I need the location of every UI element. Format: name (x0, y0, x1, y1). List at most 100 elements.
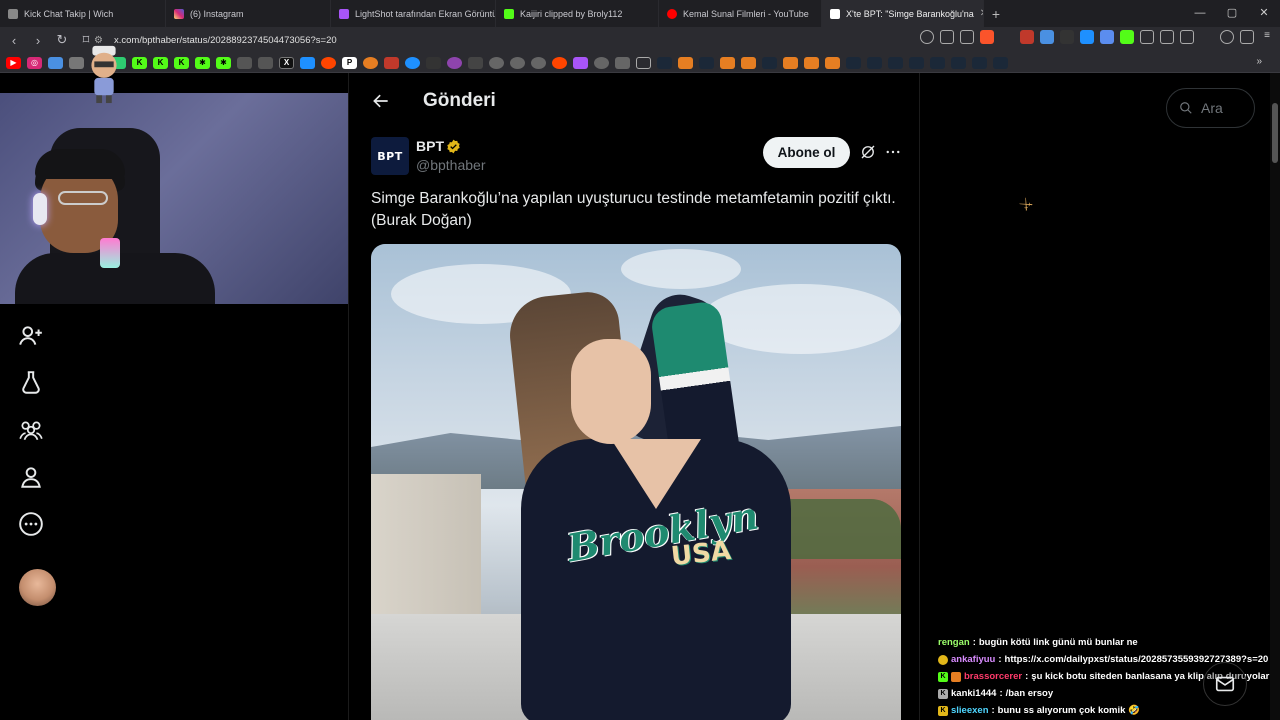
extension-icon[interactable] (1080, 30, 1094, 44)
bookmark-icon[interactable] (69, 56, 84, 69)
extension-icon[interactable] (1100, 30, 1114, 44)
author-handle[interactable]: @bpthaber (416, 157, 485, 173)
bookmark-icon[interactable] (825, 56, 840, 69)
extension-icon[interactable] (1140, 30, 1154, 44)
bookmark-icon[interactable] (552, 56, 567, 69)
instagram-bookmark-icon[interactable]: ◎ (27, 56, 42, 69)
bookmark-icon[interactable] (741, 56, 756, 69)
kick-bookmark-icon[interactable]: K (132, 56, 147, 69)
bookmark-icon[interactable] (384, 56, 399, 69)
more-options-icon[interactable] (18, 511, 44, 537)
bookmark-icon[interactable] (405, 56, 420, 69)
communities-icon[interactable] (18, 417, 44, 443)
new-tab-button[interactable]: + (984, 6, 1008, 22)
bookmark-icon[interactable] (489, 56, 504, 69)
steam-bookmark-icon[interactable] (888, 56, 903, 69)
media-icon[interactable] (1220, 30, 1234, 44)
steam-bookmark-icon[interactable] (993, 56, 1008, 69)
bookmark-icon[interactable] (615, 56, 630, 69)
close-window-icon[interactable]: ✕ (1248, 0, 1280, 27)
browser-tab[interactable]: LightShot tarafından Ekran Görüntüs (331, 0, 496, 27)
chat-username: rengan (938, 637, 970, 648)
wallet-icon[interactable] (1240, 30, 1254, 44)
steam-bookmark-icon[interactable] (657, 56, 672, 69)
bookmark-icon[interactable] (300, 56, 315, 69)
steam-bookmark-icon[interactable] (951, 56, 966, 69)
steam-bookmark-icon[interactable] (762, 56, 777, 69)
menu-icon[interactable]: ≡ (1260, 30, 1274, 44)
more-horizontal-icon[interactable] (884, 143, 902, 161)
back-arrow-icon[interactable] (371, 91, 391, 111)
bookmark-icon[interactable] (804, 56, 819, 69)
browser-tab-active[interactable]: X'te BPT: "Simge Barankoğlu'na ✕ (822, 0, 984, 27)
minimize-icon[interactable]: — (1184, 0, 1216, 27)
bookmark-icon[interactable] (258, 56, 273, 69)
youtube-bookmark-icon[interactable]: ▶ (6, 56, 21, 69)
bookmark-icon[interactable] (573, 56, 588, 69)
address-bar[interactable]: ⚙ x.com/bpthaber/status/2028892374504473… (94, 31, 964, 49)
brave-shield-icon[interactable] (980, 30, 994, 44)
back-icon[interactable]: ‹ (4, 30, 24, 50)
extension-icon[interactable] (1020, 30, 1034, 44)
bookmark-icon[interactable] (447, 56, 462, 69)
steam-bookmark-icon[interactable] (867, 56, 882, 69)
bookmark-icon[interactable] (510, 56, 525, 69)
kick-badge-icon: K (938, 671, 948, 682)
bookmark-icon[interactable] (48, 56, 63, 69)
kick-extension-icon[interactable] (1120, 30, 1134, 44)
cast-icon[interactable] (940, 30, 954, 44)
bookmark-icon[interactable] (783, 56, 798, 69)
author-name[interactable]: BPT (416, 138, 444, 154)
mascot-sticker-icon (91, 45, 117, 104)
zoom-icon[interactable] (920, 30, 934, 44)
bookmark-icon[interactable] (237, 56, 252, 69)
bookmark-icon[interactable] (426, 56, 441, 69)
verified-badge-icon[interactable] (446, 139, 461, 154)
kick-bookmark-icon[interactable]: K (153, 56, 168, 69)
messages-button[interactable] (1203, 662, 1247, 706)
page-scrollbar[interactable] (1270, 73, 1280, 720)
reload-icon[interactable]: ↻ (52, 30, 72, 50)
kick-bookmark-icon[interactable]: ✱ (216, 56, 231, 69)
steam-bookmark-icon[interactable] (699, 56, 714, 69)
reddit-bookmark-icon[interactable] (321, 56, 336, 69)
bookmark-icon[interactable]: P (342, 56, 357, 69)
steam-bookmark-icon[interactable] (930, 56, 945, 69)
folder-icon[interactable] (636, 56, 651, 69)
browser-tab[interactable]: Kick Chat Takip | Wich (0, 0, 166, 27)
account-avatar[interactable] (19, 569, 56, 606)
extension-icon[interactable] (1060, 30, 1074, 44)
kick-bookmark-icon[interactable]: K (174, 56, 189, 69)
bookmark-icon[interactable] (468, 56, 483, 69)
bookmark-icon[interactable] (531, 56, 546, 69)
bookmark-icon[interactable] (363, 56, 378, 69)
profile-icon[interactable] (18, 464, 44, 490)
steam-bookmark-icon[interactable] (972, 56, 987, 69)
search-input[interactable]: Ara (1166, 88, 1255, 128)
extension-icon[interactable] (1040, 30, 1054, 44)
forward-icon[interactable]: › (28, 30, 48, 50)
grok-icon[interactable] (859, 143, 877, 161)
chevron-right-icon[interactable]: » (1256, 56, 1262, 67)
kick-bookmark-icon[interactable]: ✱ (195, 56, 210, 69)
browser-tab[interactable]: Kaijiri clipped by Broly112 (496, 0, 659, 27)
premium-icon[interactable] (18, 370, 44, 396)
steam-bookmark-icon[interactable] (846, 56, 861, 69)
bookmark-icon[interactable] (678, 56, 693, 69)
x-bookmark-icon[interactable]: X (279, 56, 294, 69)
subscribe-button[interactable]: Abone ol (763, 137, 850, 168)
share-icon[interactable] (960, 30, 974, 44)
scrollbar-thumb[interactable] (1272, 103, 1278, 163)
bookmark-icon[interactable] (594, 56, 609, 69)
browser-tab[interactable]: (6) Instagram (166, 0, 331, 27)
author-avatar[interactable]: BPT (371, 137, 409, 175)
follow-user-icon[interactable] (18, 323, 44, 349)
puzzle-icon[interactable] (1160, 30, 1174, 44)
sidebar-icon[interactable] (1180, 30, 1194, 44)
tweet-image[interactable]: Brooklyn USA (371, 244, 901, 720)
bookmark-icon[interactable] (720, 56, 735, 69)
steam-bookmark-icon[interactable] (909, 56, 924, 69)
maximize-icon[interactable]: ▢ (1216, 0, 1248, 27)
browser-tab[interactable]: Kemal Sunal Filmleri - YouTube (659, 0, 822, 27)
glasses (58, 191, 108, 205)
